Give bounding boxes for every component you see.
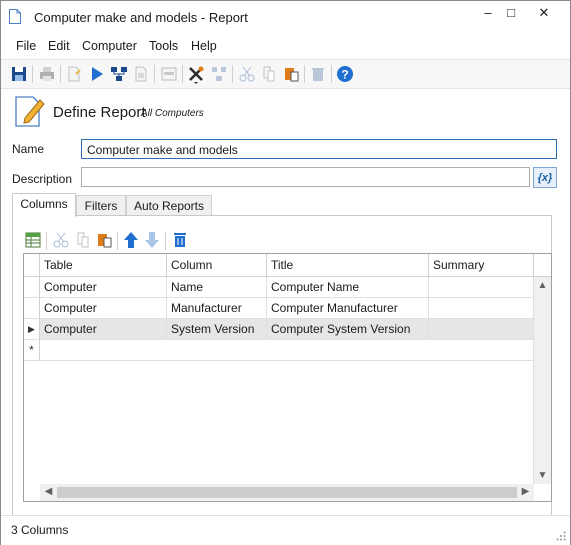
status-bar: 3 Columns — [1, 515, 570, 545]
connect-icon[interactable] — [209, 64, 229, 84]
menu-help[interactable]: Help — [191, 39, 217, 53]
tab-filters[interactable]: Filters — [76, 195, 126, 215]
grid-paste-icon[interactable] — [94, 230, 114, 250]
grid-cut-icon[interactable] — [51, 230, 71, 250]
csv-icon[interactable] — [159, 64, 179, 84]
description-input[interactable] — [81, 167, 530, 187]
tab-auto-reports[interactable]: Auto Reports — [126, 195, 212, 215]
scroll-right-icon[interactable]: ▶ — [517, 486, 534, 497]
status-text: 3 Columns — [11, 523, 69, 537]
run-icon[interactable] — [87, 64, 107, 84]
grid-copy-icon[interactable] — [73, 230, 93, 250]
row-header-corner — [24, 254, 40, 277]
cell-column[interactable]: Manufacturer — [167, 298, 267, 319]
maximize-button[interactable]: □ — [496, 1, 526, 27]
title-bar: Computer make and models - Report – □ ✕ — [1, 1, 570, 33]
grid-delete-icon[interactable] — [170, 230, 190, 250]
window-title: Computer make and models - Report — [34, 10, 248, 25]
document-icon — [9, 9, 21, 24]
paste-icon[interactable] — [281, 64, 301, 84]
scroll-down-icon[interactable]: ▼ — [534, 470, 551, 481]
resize-grip-icon[interactable] — [556, 531, 566, 541]
export-icon[interactable] — [131, 64, 151, 84]
current-row-indicator[interactable]: ▶ — [24, 319, 40, 340]
move-up-icon[interactable] — [121, 230, 141, 250]
menu-file[interactable]: File — [16, 39, 36, 53]
copy-icon[interactable] — [259, 64, 279, 84]
grid-header-title[interactable]: Title — [267, 254, 429, 277]
table-row[interactable]: Computer Manufacturer Computer Manufactu… — [24, 298, 534, 319]
cell-table[interactable]: Computer — [40, 298, 167, 319]
cell-summary[interactable] — [429, 277, 534, 298]
report-scope: All Computers — [141, 108, 204, 119]
grid-header-summary[interactable]: Summary — [429, 254, 534, 277]
menu-bar: File Edit Computer Tools Help — [1, 35, 570, 57]
grid-header-column[interactable]: Column — [167, 254, 267, 277]
scroll-left-icon[interactable]: ◀ — [40, 486, 57, 497]
cell-table[interactable]: Computer — [40, 277, 167, 298]
save-icon[interactable] — [9, 64, 29, 84]
network-icon[interactable] — [109, 64, 129, 84]
column-chooser-icon[interactable] — [23, 230, 43, 250]
new-row-indicator[interactable]: * — [24, 340, 40, 361]
vertical-scrollbar[interactable]: ▲ ▼ — [533, 277, 551, 484]
table-row[interactable]: ▶ Computer System Version Computer Syste… — [24, 319, 534, 340]
insert-variable-button[interactable]: {x} — [533, 167, 557, 188]
report-title: Define Report — [53, 104, 146, 121]
tab-columns[interactable]: Columns — [12, 193, 76, 217]
cell-title[interactable]: Computer Name — [267, 277, 429, 298]
new-doc-icon[interactable] — [64, 64, 84, 84]
help-icon[interactable]: ? — [335, 64, 355, 84]
menu-computer[interactable]: Computer — [82, 39, 137, 53]
columns-grid: Table Column Title Summary Computer Name… — [23, 253, 552, 502]
scroll-up-icon[interactable]: ▲ — [534, 280, 551, 291]
cell-column[interactable]: Name — [167, 277, 267, 298]
name-input[interactable]: Computer make and models — [81, 139, 557, 159]
main-toolbar: ? — [1, 59, 570, 89]
table-row[interactable]: Computer Name Computer Name — [24, 277, 534, 298]
cell-column[interactable]: System Version — [167, 319, 267, 340]
cell-title[interactable]: Computer Manufacturer — [267, 298, 429, 319]
cell-summary[interactable] — [429, 319, 534, 340]
scroll-thumb[interactable] — [57, 487, 517, 498]
grid-header-table[interactable]: Table — [40, 254, 167, 277]
description-label: Description — [12, 172, 73, 186]
horizontal-scrollbar[interactable]: ◀ ▶ — [40, 484, 534, 501]
report-window: Computer make and models - Report – □ ✕ … — [0, 0, 571, 545]
move-down-icon[interactable] — [142, 230, 162, 250]
cell-table[interactable]: Computer — [40, 319, 167, 340]
close-button[interactable]: ✕ — [529, 1, 559, 27]
new-row[interactable]: * — [24, 340, 534, 361]
svg-text:?: ? — [341, 68, 348, 82]
name-label: Name — [12, 142, 45, 156]
print-icon[interactable] — [37, 64, 57, 84]
menu-tools[interactable]: Tools — [149, 39, 178, 53]
cell-title[interactable]: Computer System Version — [267, 319, 429, 340]
tools-icon[interactable] — [186, 64, 206, 84]
cell-summary[interactable] — [429, 298, 534, 319]
cut-icon[interactable] — [237, 64, 257, 84]
menu-edit[interactable]: Edit — [48, 39, 70, 53]
report-edit-icon — [15, 96, 45, 127]
delete-icon[interactable] — [308, 64, 328, 84]
